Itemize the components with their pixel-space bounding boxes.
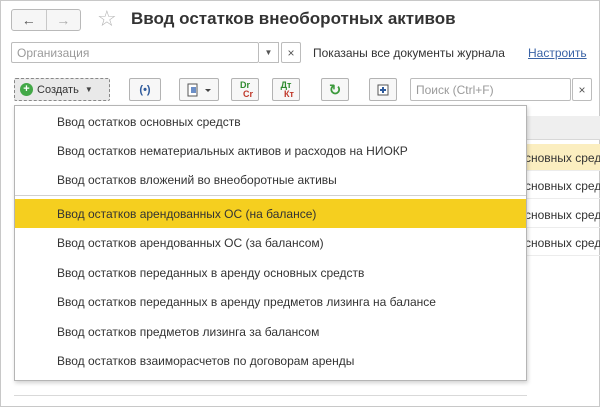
menu-item-intangible-assets[interactable]: Ввод остатков нематериальных активов и р…	[15, 136, 526, 165]
back-arrow-icon[interactable]: ←	[12, 10, 46, 30]
organization-dropdown-button[interactable]: ▼	[259, 42, 279, 63]
table-row[interactable]: сновных сред	[521, 201, 600, 228]
dr-cr-button[interactable]: Dr Cr	[231, 78, 259, 101]
page-title: Ввод остатков внеоборотных активов	[131, 9, 456, 28]
organization-clear-button[interactable]: ×	[281, 42, 301, 63]
chevron-down-icon: ▼	[264, 48, 273, 57]
chevron-down-icon: ▼	[84, 85, 93, 94]
divider	[14, 395, 527, 396]
menu-item-noncurrent-investments[interactable]: Ввод остатков вложений во внеоборотные а…	[15, 165, 526, 194]
kt-label: Кт	[284, 88, 294, 99]
menu-item-leasing-off-balance[interactable]: Ввод остатков предметов лизинга за балан…	[15, 317, 526, 346]
favorite-star-icon[interactable]: ☆	[97, 6, 117, 32]
broadcast-icon: (•)	[139, 83, 151, 96]
print-button[interactable]	[179, 78, 219, 101]
attach-button[interactable]	[369, 78, 397, 101]
menu-item-lease-settlements[interactable]: Ввод остатков взаиморасчетов по договора…	[15, 346, 526, 375]
forward-arrow-icon[interactable]: →	[45, 10, 81, 30]
window-frame: ← → ☆ Ввод остатков внеоборотных активов…	[0, 0, 600, 407]
journal-status-text: Показаны все документы журнала	[313, 46, 505, 60]
menu-item-leased-off-balance[interactable]: Ввод остатков арендованных ОС (за баланс…	[15, 228, 526, 257]
create-dropdown-menu: Ввод остатков основных средств Ввод оста…	[14, 105, 527, 381]
menu-item-leased-out-leasing-on-balance[interactable]: Ввод остатков переданных в аренду предме…	[15, 287, 526, 316]
table-row[interactable]: сновных сред	[521, 172, 600, 199]
print-icon	[187, 83, 211, 96]
close-icon: ×	[287, 45, 295, 60]
dt-kt-button[interactable]: Дт Кт	[272, 78, 300, 101]
plus-icon: +	[20, 83, 33, 96]
organization-field[interactable]: Организация	[11, 42, 259, 63]
search-clear-button[interactable]: ×	[572, 78, 592, 101]
refresh-button[interactable]: ↻	[321, 78, 349, 101]
table-row[interactable]: сновных сред	[521, 229, 600, 256]
cr-label: Cr	[242, 88, 253, 99]
table-header	[521, 116, 600, 140]
attachment-icon	[377, 84, 389, 95]
search-input[interactable]: Поиск (Ctrl+F)	[410, 78, 571, 101]
table-row[interactable]: сновных сред	[521, 144, 600, 171]
close-icon: ×	[578, 82, 586, 97]
menu-item-fixed-assets[interactable]: Ввод остатков основных средств	[15, 107, 526, 136]
menu-item-leased-out-fixed-assets[interactable]: Ввод остатков переданных в аренду основн…	[15, 258, 526, 287]
create-button-label: Создать	[37, 83, 79, 96]
setup-link[interactable]: Настроить	[528, 46, 587, 60]
menu-separator	[15, 195, 526, 196]
create-button[interactable]: + Создать ▼	[14, 78, 110, 101]
menu-item-leased-on-balance[interactable]: Ввод остатков арендованных ОС (на баланс…	[15, 199, 526, 228]
navigation-buttons: ← →	[11, 9, 81, 31]
refresh-icon: ↻	[328, 81, 342, 99]
exchange-button[interactable]: (•)	[129, 78, 161, 101]
